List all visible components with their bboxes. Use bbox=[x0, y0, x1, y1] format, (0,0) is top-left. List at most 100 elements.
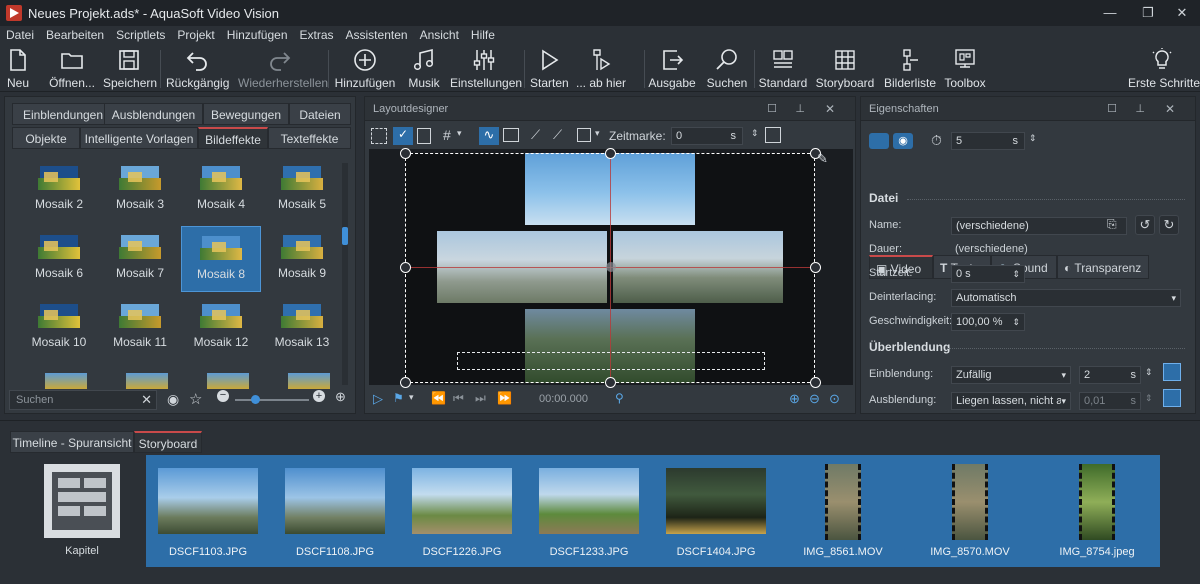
menu-bearbeiten[interactable]: Bearbeiten bbox=[40, 28, 110, 42]
menu-hinzufuegen[interactable]: Hinzufügen bbox=[221, 28, 294, 42]
visibility-eye-icon[interactable]: ◉ bbox=[893, 133, 913, 149]
image-list-button[interactable]: Bilderliste bbox=[884, 46, 936, 90]
startzeit-field[interactable]: 0 s ⇕ bbox=[951, 265, 1025, 283]
add-button[interactable]: Hinzufügen bbox=[334, 46, 396, 90]
tab-texteffekte[interactable]: Texteffekte bbox=[268, 127, 351, 149]
menu-assistenten[interactable]: Assistenten bbox=[340, 28, 414, 42]
name-field[interactable]: (verschiedene) bbox=[951, 217, 1127, 235]
thumbnail-size-slider[interactable] bbox=[235, 395, 309, 404]
effect-item[interactable]: Mosaik 7 bbox=[100, 226, 180, 292]
effect-item[interactable]: Mosaik 5 bbox=[262, 157, 341, 223]
tab-transparenz[interactable]: ◐ Transparenz bbox=[1057, 255, 1149, 279]
tab-objekte[interactable]: Objekte bbox=[12, 127, 80, 149]
menu-hilfe[interactable]: Hilfe bbox=[465, 28, 501, 42]
close-panel-icon[interactable]: ✕ bbox=[825, 102, 835, 116]
play-from-marker-icon[interactable]: ⚑ bbox=[393, 391, 404, 405]
clear-search-icon[interactable]: ✕ bbox=[141, 392, 152, 408]
guides-icon[interactable] bbox=[417, 128, 431, 144]
effect-item[interactable]: Mosaik 2 bbox=[19, 157, 99, 223]
save-button[interactable]: Speichern bbox=[103, 46, 157, 90]
storyboard-view-button[interactable]: Storyboard bbox=[814, 46, 876, 90]
search-button[interactable]: Suchen bbox=[706, 46, 748, 90]
pen-edit-icon[interactable]: ✎ bbox=[817, 151, 828, 167]
tab-bildeffekte[interactable]: Bildeffekte bbox=[198, 127, 268, 149]
screen-dropdown-icon[interactable]: ▾ bbox=[595, 128, 600, 139]
scrollbar-thumb[interactable] bbox=[342, 227, 348, 245]
tab-dateien[interactable]: Dateien bbox=[289, 103, 351, 125]
effect-item[interactable]: Mosaik 10 bbox=[19, 295, 99, 361]
resize-handle[interactable] bbox=[400, 377, 411, 388]
tab-bewegungen[interactable]: Bewegungen bbox=[203, 103, 289, 125]
minimize-button[interactable]: — bbox=[1092, 0, 1128, 26]
ausblendung-duration[interactable]: 0,01 s bbox=[1079, 392, 1141, 410]
geschwindigkeit-spinner[interactable]: ⇕ bbox=[1012, 314, 1020, 330]
maximize-button[interactable]: ❐ bbox=[1130, 0, 1166, 26]
close-panel-icon[interactable]: ✕ bbox=[1165, 102, 1175, 116]
zoom-in-icon[interactable]: + bbox=[313, 390, 325, 402]
close-button[interactable]: ✕ bbox=[1164, 0, 1200, 26]
rotate-left-icon[interactable]: ↺ bbox=[1135, 215, 1155, 235]
save-frame-icon[interactable] bbox=[765, 127, 781, 143]
effects-scrollbar[interactable] bbox=[342, 163, 348, 385]
grid-hash-icon[interactable]: # bbox=[443, 127, 451, 143]
next-frame-icon[interactable]: ⏭ bbox=[475, 391, 486, 406]
effect-item-partial[interactable] bbox=[207, 373, 249, 389]
curve-edit-icon[interactable]: ⟋ bbox=[553, 127, 562, 143]
output-button[interactable]: Ausgabe bbox=[648, 46, 696, 90]
resize-handle[interactable] bbox=[400, 148, 411, 159]
snap-tool-icon[interactable]: ✓ bbox=[393, 127, 413, 145]
grid-dropdown-icon[interactable]: ▾ bbox=[457, 128, 462, 139]
ausblendung-spinner[interactable]: ⇕ bbox=[1145, 393, 1153, 404]
play-icon[interactable]: ▷ bbox=[373, 391, 383, 407]
standard-view-button[interactable]: Standard bbox=[758, 46, 808, 90]
float-panel-icon[interactable]: ☐ bbox=[1107, 102, 1117, 115]
effect-item[interactable]: Mosaik 4 bbox=[181, 157, 261, 223]
resize-handle[interactable] bbox=[810, 377, 821, 388]
resize-handle[interactable] bbox=[605, 377, 616, 388]
menu-projekt[interactable]: Projekt bbox=[171, 28, 220, 42]
frame-tool-icon[interactable] bbox=[503, 128, 519, 142]
effect-item[interactable]: Mosaik 6 bbox=[19, 226, 99, 292]
storyboard-item[interactable]: DSCF1226.JPG bbox=[400, 456, 524, 566]
einblendung-spinner[interactable]: ⇕ bbox=[1145, 367, 1153, 378]
rewind-icon[interactable]: ⏪ bbox=[431, 391, 446, 405]
storyboard-item[interactable]: DSCF1233.JPG bbox=[527, 456, 651, 566]
rotate-right-icon[interactable]: ↻ bbox=[1159, 215, 1179, 235]
zoom-fit-icon[interactable]: ⊙ bbox=[829, 391, 840, 407]
effect-item[interactable]: Mosaik 8 bbox=[181, 226, 261, 292]
einblendung-select[interactable]: Zufällig ▾ bbox=[951, 366, 1071, 384]
path-tool-icon[interactable]: ∿ bbox=[479, 127, 499, 145]
effect-item[interactable]: Mosaik 12 bbox=[181, 295, 261, 361]
pin-icon[interactable]: ⊥ bbox=[795, 102, 805, 115]
deinterlacing-select[interactable]: Automatisch ▾ bbox=[951, 289, 1181, 307]
storyboard-item[interactable]: DSCF1103.JPG bbox=[146, 456, 270, 566]
new-button[interactable]: Neu bbox=[4, 46, 32, 90]
menu-extras[interactable]: Extras bbox=[294, 28, 340, 42]
tab-ausblendungen[interactable]: Ausblendungen bbox=[104, 103, 203, 125]
play-options-dropdown[interactable]: ▾ bbox=[409, 392, 414, 403]
startzeit-spinner[interactable]: ⇕ bbox=[1012, 266, 1020, 282]
effect-item[interactable]: Mosaik 3 bbox=[100, 157, 180, 223]
storyboard-item[interactable]: IMG_8570.MOV bbox=[908, 456, 1032, 566]
einblendung-duration[interactable]: 2s bbox=[1079, 366, 1141, 384]
zeitmarke-input[interactable]: 0 s bbox=[671, 127, 743, 145]
effect-item-partial[interactable] bbox=[288, 373, 330, 389]
previous-frame-icon[interactable]: ⏮ bbox=[453, 391, 464, 406]
resize-handle[interactable] bbox=[810, 262, 821, 273]
menu-datei[interactable]: Datei bbox=[0, 28, 40, 42]
pin-icon[interactable]: ⊥ bbox=[1135, 102, 1145, 115]
ausblendung-select[interactable]: Liegen lassen, nicht a ▾ bbox=[951, 392, 1071, 410]
zoom-out-icon[interactable]: − bbox=[217, 390, 229, 402]
slider-knob[interactable] bbox=[251, 395, 260, 404]
tab-intelligente-vorlagen[interactable]: Intelligente Vorlagen bbox=[80, 127, 198, 149]
effect-item[interactable]: Mosaik 13 bbox=[262, 295, 341, 361]
preview-canvas[interactable]: ✎ bbox=[369, 148, 853, 388]
play-from-here-button[interactable]: ... ab hier bbox=[576, 46, 626, 90]
effect-item-partial[interactable] bbox=[45, 373, 87, 389]
zoom-out-icon[interactable]: ⊖ bbox=[809, 391, 820, 407]
effect-item[interactable]: Mosaik 9 bbox=[262, 226, 341, 292]
toolbox-button[interactable]: Toolbox bbox=[942, 46, 988, 90]
start-button[interactable]: Starten bbox=[530, 46, 569, 90]
duration-spinner[interactable]: ⇕ bbox=[1029, 133, 1037, 144]
curve-tool-icon[interactable]: ⟋ bbox=[531, 127, 540, 143]
